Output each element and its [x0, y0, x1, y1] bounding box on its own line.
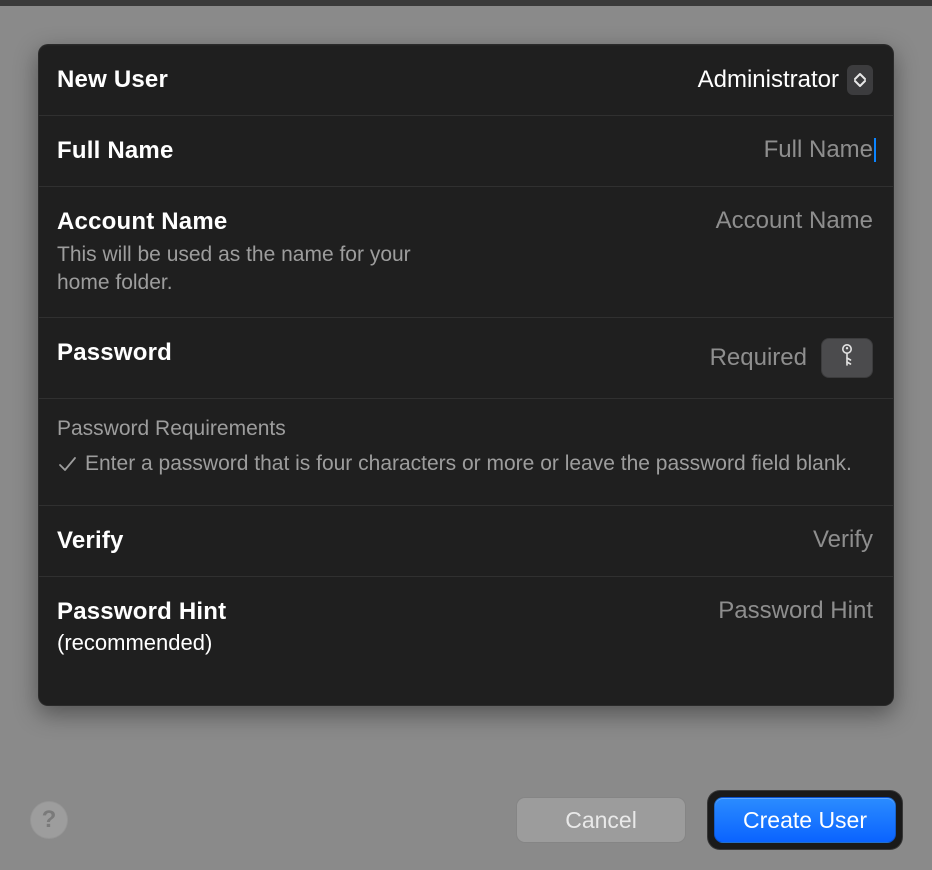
password-assistant-button[interactable] [821, 338, 873, 378]
key-icon [837, 343, 857, 374]
row-verify: Verify [39, 506, 893, 577]
cancel-button[interactable]: Cancel [516, 797, 686, 843]
user-type-value: Administrator [698, 66, 839, 94]
row-password: Password [39, 318, 893, 399]
full-name-field[interactable] [723, 136, 873, 164]
password-label: Password [57, 338, 651, 368]
password-hint-label: Password Hint [57, 597, 597, 627]
row-password-requirements: Password Requirements Enter a password t… [39, 399, 893, 506]
window-titlebar-sliver [0, 0, 932, 6]
checkmark-icon [57, 449, 77, 483]
row-account-name: Account Name This will be used as the na… [39, 187, 893, 318]
password-requirements-text: Enter a password that is four characters… [85, 449, 852, 479]
password-hint-sublabel: (recommended) [57, 629, 597, 657]
create-user-button-label: Create User [743, 807, 867, 834]
text-caret [874, 138, 876, 162]
help-button[interactable]: ? [30, 801, 68, 839]
verify-label: Verify [57, 526, 737, 556]
account-name-help: This will be used as the name for your h… [57, 241, 457, 297]
create-user-highlight: Create User [708, 791, 902, 849]
row-full-name: Full Name [39, 116, 893, 187]
chevron-up-down-icon [847, 65, 873, 95]
new-user-sheet: New User Administrator Full Name A [38, 44, 894, 706]
help-icon: ? [42, 806, 57, 834]
user-type-select[interactable]: Administrator [698, 65, 873, 95]
create-user-button[interactable]: Create User [714, 797, 896, 843]
row-password-hint: Password Hint (recommended) [39, 577, 893, 677]
verify-field[interactable] [753, 526, 873, 554]
password-field[interactable] [667, 344, 807, 372]
dialog-footer: ? Cancel Create User [0, 770, 932, 870]
password-hint-field[interactable] [613, 597, 873, 625]
cancel-button-label: Cancel [565, 807, 637, 834]
row-user-type: New User Administrator [39, 45, 893, 116]
password-requirements-title: Password Requirements [57, 415, 873, 443]
user-type-label: New User [57, 65, 682, 95]
account-name-label: Account Name [57, 207, 597, 237]
account-name-field[interactable] [613, 207, 873, 235]
full-name-label: Full Name [57, 136, 707, 166]
